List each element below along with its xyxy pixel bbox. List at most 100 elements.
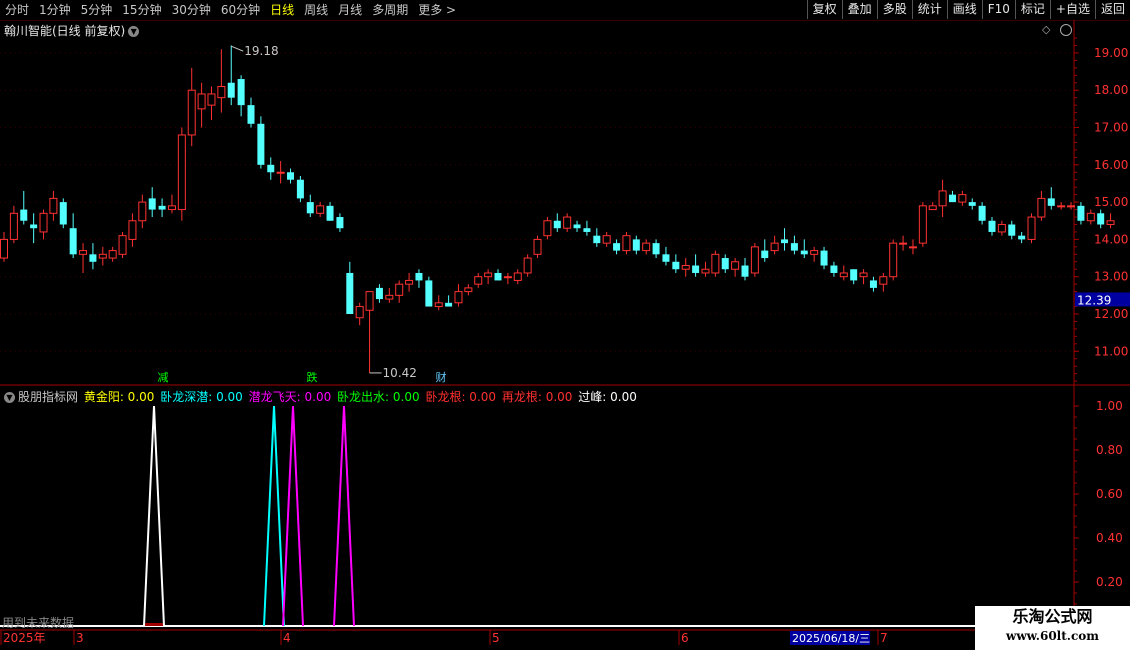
indicator-name: 股朋指标网 (18, 390, 82, 404)
candle-body (79, 250, 88, 255)
candle-body (316, 205, 325, 214)
candle-body (1097, 213, 1105, 225)
indicator-peak-3 (333, 405, 355, 627)
date-label-4: 6 (681, 631, 689, 645)
chart-canvas[interactable]: 19.00 18.00 17.00 16.00 15.00 14.00 13.00 12.00… (0, 0, 1130, 650)
candle-body (879, 276, 888, 285)
candle-body (770, 242, 779, 252)
ind-axis-label-4: 0.20 (1096, 575, 1123, 589)
candle-body (385, 294, 394, 300)
low-label: 10.42 (383, 366, 417, 380)
candle-body (395, 283, 404, 296)
candle-body (1008, 224, 1016, 236)
candle-body (118, 235, 127, 255)
candle-body (850, 269, 858, 281)
candle-body (721, 258, 729, 270)
indicator-item-0: 黄金阳: 0.00 (83, 390, 159, 404)
candle-body (257, 123, 265, 165)
candle-body (583, 228, 591, 232)
candle-body (1106, 220, 1115, 225)
candle-body (948, 194, 956, 203)
date-label-3: 5 (492, 631, 500, 645)
candle-body (415, 272, 423, 281)
price-label-3: 16.00 (1094, 158, 1128, 172)
candle-body (1077, 205, 1085, 221)
candle-body (138, 201, 147, 222)
candle-body (553, 220, 561, 229)
candle-body (445, 302, 453, 307)
candle-body (869, 280, 877, 288)
candle-body (98, 253, 107, 259)
candle-body (89, 254, 97, 262)
candle-body (781, 239, 789, 244)
candle-body (108, 250, 117, 259)
candle-body (672, 261, 680, 270)
candle-body (69, 228, 77, 255)
indicator-peak-2 (282, 405, 304, 627)
price-label-7: 12.00 (1094, 307, 1128, 321)
candle-body (296, 179, 304, 199)
candle-body (1047, 198, 1055, 206)
price-label-1: 18.00 (1094, 83, 1128, 97)
candle-body (425, 280, 433, 307)
candle-body (701, 268, 710, 274)
candle-body (662, 254, 670, 262)
candle-body (267, 164, 275, 173)
candle-body (1067, 205, 1076, 208)
signal-1: 跌 (307, 370, 318, 384)
candle-body (602, 235, 611, 244)
candle-body (622, 235, 631, 252)
indicator-chevron-icon[interactable]: ▼ (4, 392, 15, 403)
future-data-note: 用到未来数据 (2, 616, 75, 630)
candle-body (306, 202, 314, 214)
date-label-5: 7 (880, 631, 888, 645)
candle-body (1018, 235, 1026, 240)
price-label-6: 13.00 (1094, 270, 1128, 284)
candle-body (336, 217, 344, 229)
candle-body (49, 197, 58, 214)
candle-body (711, 253, 720, 274)
candle-body (287, 172, 295, 180)
candle-body (613, 243, 621, 251)
candle-body (197, 93, 206, 110)
candle-body (1037, 197, 1046, 218)
price-label-5: 14.00 (1094, 232, 1128, 246)
candle-body (968, 202, 976, 206)
indicator-title: ▼ 股朋指标网 黄金阳: 0.00 卧龙深潜: 0.00 潜龙飞天: 0.00 卧… (4, 388, 639, 405)
candle-body (800, 250, 808, 255)
candle-body (503, 276, 512, 279)
price-label-8: 11.00 (1094, 344, 1128, 358)
candle-body (533, 238, 542, 255)
candle-body (790, 243, 798, 251)
candle-body (1057, 205, 1066, 208)
indicator-item-6: 过峰: 0.00 (578, 390, 637, 404)
candle-body (217, 85, 226, 99)
candle-body (20, 209, 28, 221)
ind-axis-label-0: 1.00 (1096, 399, 1123, 413)
candle-body (938, 190, 947, 207)
price-label-2: 17.00 (1094, 121, 1128, 135)
ind-axis-label-3: 0.40 (1096, 531, 1123, 545)
candle-body (148, 198, 156, 210)
candle-body (820, 250, 828, 266)
candle-body (1086, 212, 1095, 222)
candle-body (405, 279, 414, 285)
candle-body (177, 134, 186, 211)
candle-body (276, 171, 285, 174)
candle-body (30, 224, 38, 229)
candle-body (761, 250, 769, 259)
signal-2: 财 (436, 370, 447, 384)
ind-axis-label-2: 0.60 (1096, 487, 1123, 501)
candle-body (889, 242, 898, 278)
candle-body (434, 302, 443, 308)
candle-body (0, 238, 8, 259)
candle-body (513, 272, 522, 281)
watermark-line2: www.60lt.com (1006, 629, 1099, 643)
candle-body (346, 272, 354, 314)
candle-body (523, 257, 532, 274)
price-label-0: 19.00 (1094, 46, 1128, 60)
candle-body (237, 79, 245, 106)
indicator-peak-0 (143, 405, 165, 627)
candle-body (187, 89, 196, 136)
candle-body (207, 93, 216, 106)
